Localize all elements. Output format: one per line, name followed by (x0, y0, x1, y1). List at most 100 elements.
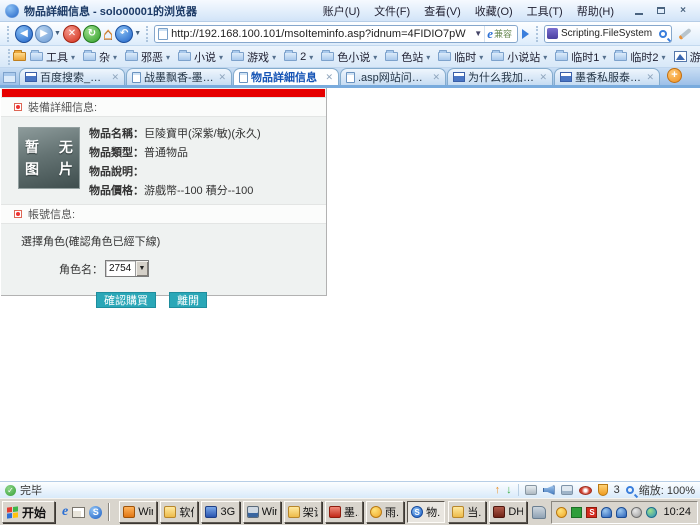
tools-icon[interactable] (525, 485, 537, 495)
task-window-2[interactable]: Win... (243, 501, 281, 523)
tray-face-icon[interactable] (556, 507, 567, 518)
task-dang-folder[interactable]: 当... (448, 501, 486, 523)
section1-title: 裝備詳細信息: (28, 99, 97, 115)
undo-button[interactable]: ↶ (115, 25, 133, 43)
home-button[interactable]: ⌂ (103, 25, 113, 42)
toolbar-grip (7, 26, 10, 42)
start-button[interactable]: 开始 (2, 501, 55, 523)
back-button[interactable]: ◀ (15, 25, 33, 43)
compat-mode-button[interactable]: e 兼容 (484, 26, 514, 42)
tab-close-icon[interactable]: ✕ (218, 72, 226, 83)
fav-folder-8[interactable]: 色站 (381, 49, 434, 65)
tab-why-joined[interactable]: 为什么我加入了... ✕ (447, 68, 553, 85)
role-select[interactable]: 2754 ▼ (105, 260, 149, 277)
leave-button[interactable]: 離開 (169, 292, 207, 308)
address-input[interactable]: http://192.168.100.101/msoIteminfo.asp?i… (171, 28, 472, 40)
speaker-icon[interactable] (543, 485, 555, 495)
tab-close-icon[interactable]: ✕ (432, 72, 440, 83)
new-tab-button[interactable]: + (667, 68, 682, 83)
task-dhm[interactable]: DHM... (489, 501, 527, 523)
tab-close-icon[interactable]: ✕ (111, 72, 119, 83)
maximize-button[interactable] (653, 4, 669, 18)
tray-messenger-icon[interactable] (616, 507, 627, 518)
ad-filter-eye-icon[interactable] (579, 486, 592, 495)
shield-icon[interactable] (598, 484, 608, 496)
task-jiashe-folder[interactable]: 架设 (284, 501, 322, 523)
fav-folder-7[interactable]: 色小说 (317, 49, 381, 65)
fav-folder-2[interactable]: 2 (280, 51, 317, 63)
menu-view[interactable]: 查看(V) (417, 1, 468, 21)
tab-item-detail-active[interactable]: 物品詳細信息 ✕ (233, 68, 339, 85)
close-button[interactable]: × (675, 4, 691, 18)
menu-tools[interactable]: 工具(T) (520, 1, 570, 21)
menu-account[interactable]: 账户(U) (316, 1, 367, 21)
fav-folder-3[interactable]: 邪恶 (121, 49, 174, 65)
task-mo[interactable]: 墨... (325, 501, 363, 523)
fav-folder-novel[interactable]: 小说 (174, 49, 227, 65)
task-3g[interactable]: 3G... (201, 501, 239, 523)
menu-help[interactable]: 帮助(H) (570, 1, 621, 21)
fav-folder-novelsite[interactable]: 小说站 (487, 49, 551, 65)
go-button[interactable] (522, 29, 529, 39)
zoom-control[interactable]: 缩放: 100% (626, 482, 695, 498)
browser-quicklaunch-icon[interactable]: S (89, 506, 102, 519)
tab-baidu-search[interactable]: 百度搜索_墨香 ... ✕ (19, 68, 125, 85)
chevron-down-icon (113, 51, 117, 63)
show-desktop-icon[interactable] (72, 507, 85, 518)
tab-moxiang-sifu[interactable]: 墨香私服泰坦复... ✕ (554, 68, 660, 85)
folder-icon (555, 52, 568, 61)
clock[interactable]: 10:24 (663, 506, 691, 518)
fav-folder-misc[interactable]: 杂 (79, 49, 121, 65)
zoom-level: 缩放: 100% (639, 482, 695, 498)
task-item-detail-active[interactable]: S物... (407, 501, 445, 523)
tab-close-icon[interactable]: ✕ (646, 72, 654, 83)
refresh-button[interactable]: ↻ (83, 25, 101, 43)
favorites-root-folder-icon[interactable] (13, 52, 26, 61)
ime-language-icon[interactable] (532, 506, 546, 519)
ie-quicklaunch-icon[interactable]: e (62, 505, 68, 519)
tab-close-icon[interactable]: ✕ (325, 72, 333, 83)
menu-file[interactable]: 文件(F) (367, 1, 417, 21)
upload-arrow-icon[interactable]: ↑ (495, 485, 501, 496)
stop-button[interactable]: ✕ (63, 25, 81, 43)
task-yu[interactable]: 雨... (366, 501, 404, 523)
fav-folder-temp1[interactable]: 临时1 (551, 49, 610, 65)
tray-s-icon[interactable]: S (586, 507, 597, 518)
fav-link-gamelist[interactable]: 游戏列表 (670, 49, 700, 65)
tab-list-icon[interactable] (3, 72, 16, 83)
task-window-1[interactable]: Win... (119, 501, 157, 523)
confirm-purchase-button[interactable]: 確認購買 (96, 292, 156, 308)
no-image-placeholder: 暂 无 图 片 (18, 127, 80, 189)
fav-folder-games[interactable]: 游戏 (227, 49, 280, 65)
tab-asp-question[interactable]: .asp网站问题 - A... ✕ (340, 68, 446, 85)
chevron-down-icon (426, 51, 430, 63)
select-role-hint: 選擇角色(確認角色已經下線) (1, 224, 326, 249)
minimize-button[interactable] (631, 4, 647, 18)
undo-dropdown-icon[interactable]: ▼ (134, 30, 141, 37)
folder-icon (231, 52, 244, 61)
tab-zhanmo[interactable]: 战墨飘香-墨香... ✕ (126, 68, 232, 85)
tray-messenger-icon[interactable] (601, 507, 612, 518)
tab-close-icon[interactable]: ✕ (539, 72, 547, 83)
page-content: 裝備詳細信息: 暂 无 图 片 物品名稱： 巨陵寶甲(深紫/敏)(永久) 物品類… (0, 88, 700, 481)
search-icon[interactable] (659, 30, 667, 38)
fav-folder-temp2[interactable]: 临时2 (610, 49, 669, 65)
fav-folder-tools[interactable]: 工具 (26, 49, 79, 65)
menu-favorites[interactable]: 收藏(O) (468, 1, 520, 21)
forward-button[interactable]: ▶ (35, 25, 53, 43)
forward-dropdown-icon[interactable]: ▼ (54, 30, 61, 37)
download-arrow-icon[interactable]: ↓ (506, 485, 512, 496)
tray-bt-icon[interactable] (646, 507, 657, 518)
address-dropdown-icon[interactable]: ▼ (472, 29, 484, 38)
window-mode-icon[interactable] (561, 485, 573, 495)
tray-green-icon[interactable] (571, 507, 582, 518)
task-software-folder[interactable]: 软件 (160, 501, 198, 523)
fav-folder-temp[interactable]: 临时 (434, 49, 487, 65)
picture-icon (674, 51, 687, 62)
select-dropdown-icon[interactable]: ▼ (135, 261, 148, 276)
address-bar[interactable]: http://192.168.100.101/msoIteminfo.asp?i… (154, 25, 518, 43)
tray-gray-icon[interactable] (631, 507, 642, 518)
search-box[interactable]: Scripting.FileSystem (544, 25, 672, 43)
search-input[interactable]: Scripting.FileSystem (561, 28, 659, 39)
highlighter-icon[interactable] (678, 27, 691, 39)
